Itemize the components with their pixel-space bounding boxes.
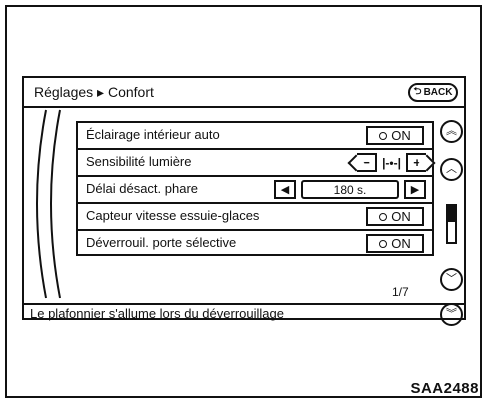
plus-icon: +	[413, 155, 421, 170]
setting-label: Capteur vitesse essuie-glaces	[86, 208, 260, 223]
selective-unlock-toggle[interactable]: ON	[366, 234, 424, 253]
status-text: Le plafonnier s'allume lors du déverroui…	[30, 306, 284, 321]
scrollbar-track[interactable]	[446, 204, 457, 244]
setting-label: Éclairage intérieur auto	[86, 127, 220, 142]
chevron-up-icon: ︿	[446, 163, 457, 175]
setting-label: Sensibilité lumière	[86, 154, 192, 169]
back-button[interactable]: ⮌ BACK	[408, 83, 458, 102]
setting-selective-unlock[interactable]: Déverrouil. porte sélective ON	[76, 229, 434, 256]
delay-decrease-button[interactable]: ◀	[274, 180, 296, 199]
toggle-label: ON	[391, 209, 411, 224]
status-bar: Le plafonnier s'allume lors du déverroui…	[24, 303, 464, 322]
scroll-down-button[interactable]: ﹀	[440, 268, 463, 291]
delay-value: 180 s.	[301, 180, 399, 199]
sensitivity-decrease-button[interactable]: −	[357, 153, 378, 172]
sensitivity-level: |-•-|	[382, 155, 401, 170]
setting-light-sensitivity[interactable]: Sensibilité lumière − |-•-| +	[76, 148, 434, 175]
figure-code: SAA2488	[410, 380, 479, 397]
scroll-controls: ︽ ︿ ﹀ ︾	[436, 118, 468, 326]
delay-control: ◀ 180 s. ▶	[274, 180, 426, 199]
minus-icon: −	[362, 155, 370, 170]
setting-auto-interior-light[interactable]: Éclairage intérieur auto ON	[76, 121, 434, 148]
title-bar: Réglages ▸ Confort ⮌ BACK	[24, 78, 464, 108]
auto-interior-light-toggle[interactable]: ON	[366, 126, 424, 145]
settings-list: Éclairage intérieur auto ON Sensibilité …	[76, 121, 434, 256]
toggle-label: ON	[391, 128, 411, 143]
back-arrow-icon: ⮌	[413, 86, 422, 97]
wiper-speed-sensor-toggle[interactable]: ON	[366, 207, 424, 226]
setting-label: Délai désact. phare	[86, 181, 199, 196]
page-up-button[interactable]: ︽	[440, 120, 463, 143]
setting-label: Déverrouil. porte sélective	[86, 235, 237, 250]
breadcrumb: Réglages ▸ Confort	[34, 84, 154, 100]
triangle-left-icon: ◀	[280, 184, 290, 196]
indicator-dot-icon	[379, 131, 388, 140]
indicator-dot-icon	[379, 212, 388, 221]
sensitivity-control: − |-•-| +	[357, 153, 426, 172]
scroll-up-button[interactable]: ︿	[440, 158, 463, 181]
triangle-right-icon: ▶	[410, 184, 420, 196]
decorative-curve	[36, 109, 61, 299]
settings-screen: Réglages ▸ Confort ⮌ BACK Éclairage inté…	[22, 76, 468, 326]
indicator-dot-icon	[379, 239, 388, 248]
delay-increase-button[interactable]: ▶	[404, 180, 426, 199]
sensitivity-increase-button[interactable]: +	[406, 153, 426, 172]
page-indicator: 1/7	[392, 285, 409, 299]
setting-headlight-delay[interactable]: Délai désact. phare ◀ 180 s. ▶	[76, 175, 434, 202]
setting-wiper-speed-sensor[interactable]: Capteur vitesse essuie-glaces ON	[76, 202, 434, 229]
scrollbar-thumb[interactable]	[448, 206, 455, 222]
chevron-down-icon: ﹀	[446, 273, 457, 285]
double-chevron-up-icon: ︽	[446, 125, 457, 137]
back-button-label: BACK	[423, 87, 453, 98]
toggle-label: ON	[391, 236, 411, 251]
